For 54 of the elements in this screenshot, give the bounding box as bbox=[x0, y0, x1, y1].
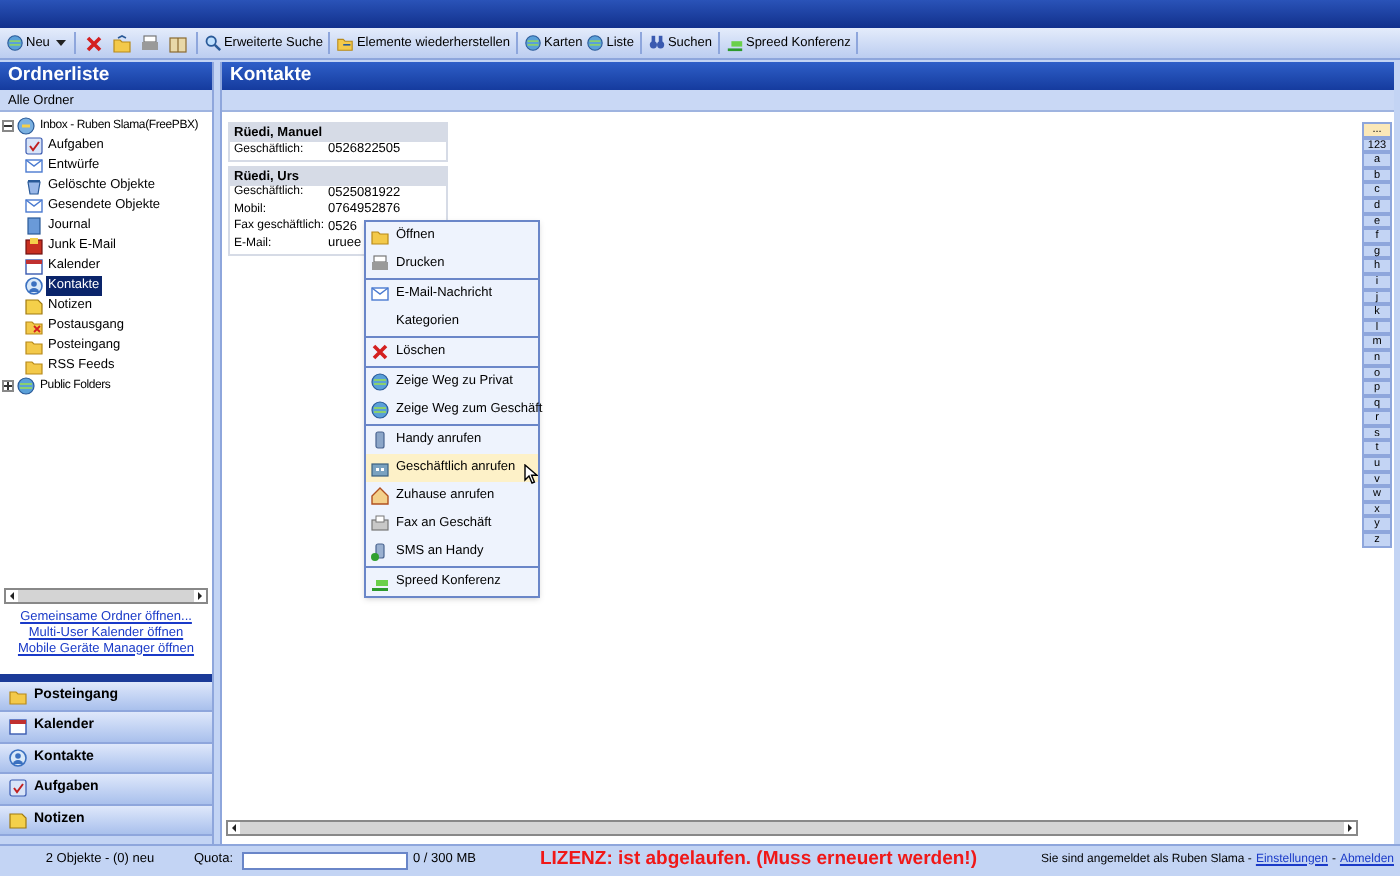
folder-icon bbox=[336, 34, 355, 52]
printer-icon bbox=[139, 33, 160, 53]
contact-icon bbox=[24, 276, 44, 296]
horizontal-scrollbar[interactable] bbox=[226, 820, 1358, 836]
trash-icon bbox=[24, 176, 44, 196]
horizontal-scrollbar[interactable] bbox=[4, 587, 208, 603]
panel-title: Kontakte bbox=[222, 62, 1394, 90]
globe-icon bbox=[370, 400, 390, 420]
phone-icon bbox=[370, 430, 390, 450]
cursor-icon bbox=[524, 464, 538, 484]
note-icon bbox=[8, 809, 28, 830]
collapse-toggle[interactable] bbox=[2, 120, 14, 132]
book-icon bbox=[167, 33, 188, 53]
right-arrow-icon[interactable] bbox=[194, 589, 206, 601]
globe-icon bbox=[6, 34, 24, 52]
globe-icon bbox=[524, 34, 543, 52]
expand-toggle[interactable] bbox=[2, 380, 14, 392]
calendar-icon bbox=[8, 716, 28, 737]
journal-icon bbox=[24, 216, 44, 236]
envelope-icon bbox=[24, 196, 44, 216]
splitter-bar[interactable] bbox=[0, 673, 212, 681]
folder-icon bbox=[111, 33, 132, 53]
search-icon bbox=[203, 34, 222, 52]
fax-icon bbox=[370, 514, 390, 534]
dropdown-button[interactable] bbox=[51, 39, 70, 47]
phone-icon bbox=[370, 542, 390, 562]
license-warning: LIZENZ: ist abgelaufen. (Muss erneuert werden!) bbox=[537, 845, 979, 874]
envelope-icon bbox=[24, 156, 44, 176]
task-icon bbox=[24, 136, 44, 156]
globe-icon bbox=[16, 376, 36, 396]
note-icon bbox=[24, 296, 44, 316]
globe-icon bbox=[370, 372, 390, 392]
calendar-icon bbox=[24, 256, 44, 276]
house-icon bbox=[370, 486, 390, 506]
task-icon bbox=[8, 778, 28, 799]
binoculars-icon bbox=[647, 34, 666, 52]
printer-icon bbox=[370, 254, 390, 274]
contact-icon bbox=[8, 747, 28, 768]
building-icon bbox=[370, 458, 390, 478]
delete-icon bbox=[370, 342, 390, 362]
globe-icon bbox=[586, 34, 605, 52]
panel-title: Ordnerliste bbox=[0, 62, 212, 90]
caret-icon bbox=[55, 39, 66, 47]
folder-icon bbox=[24, 316, 44, 336]
junk-icon bbox=[24, 236, 44, 256]
toolbar-button[interactable] bbox=[107, 33, 136, 53]
envelope-icon bbox=[370, 284, 390, 304]
left-arrow-icon[interactable] bbox=[228, 822, 240, 834]
right-arrow-icon[interactable] bbox=[1344, 822, 1356, 834]
folder-icon bbox=[8, 685, 28, 706]
folder-icon bbox=[370, 226, 390, 246]
mailbox-icon bbox=[16, 116, 36, 136]
delete-icon bbox=[83, 33, 104, 53]
left-arrow-icon[interactable] bbox=[6, 589, 18, 601]
